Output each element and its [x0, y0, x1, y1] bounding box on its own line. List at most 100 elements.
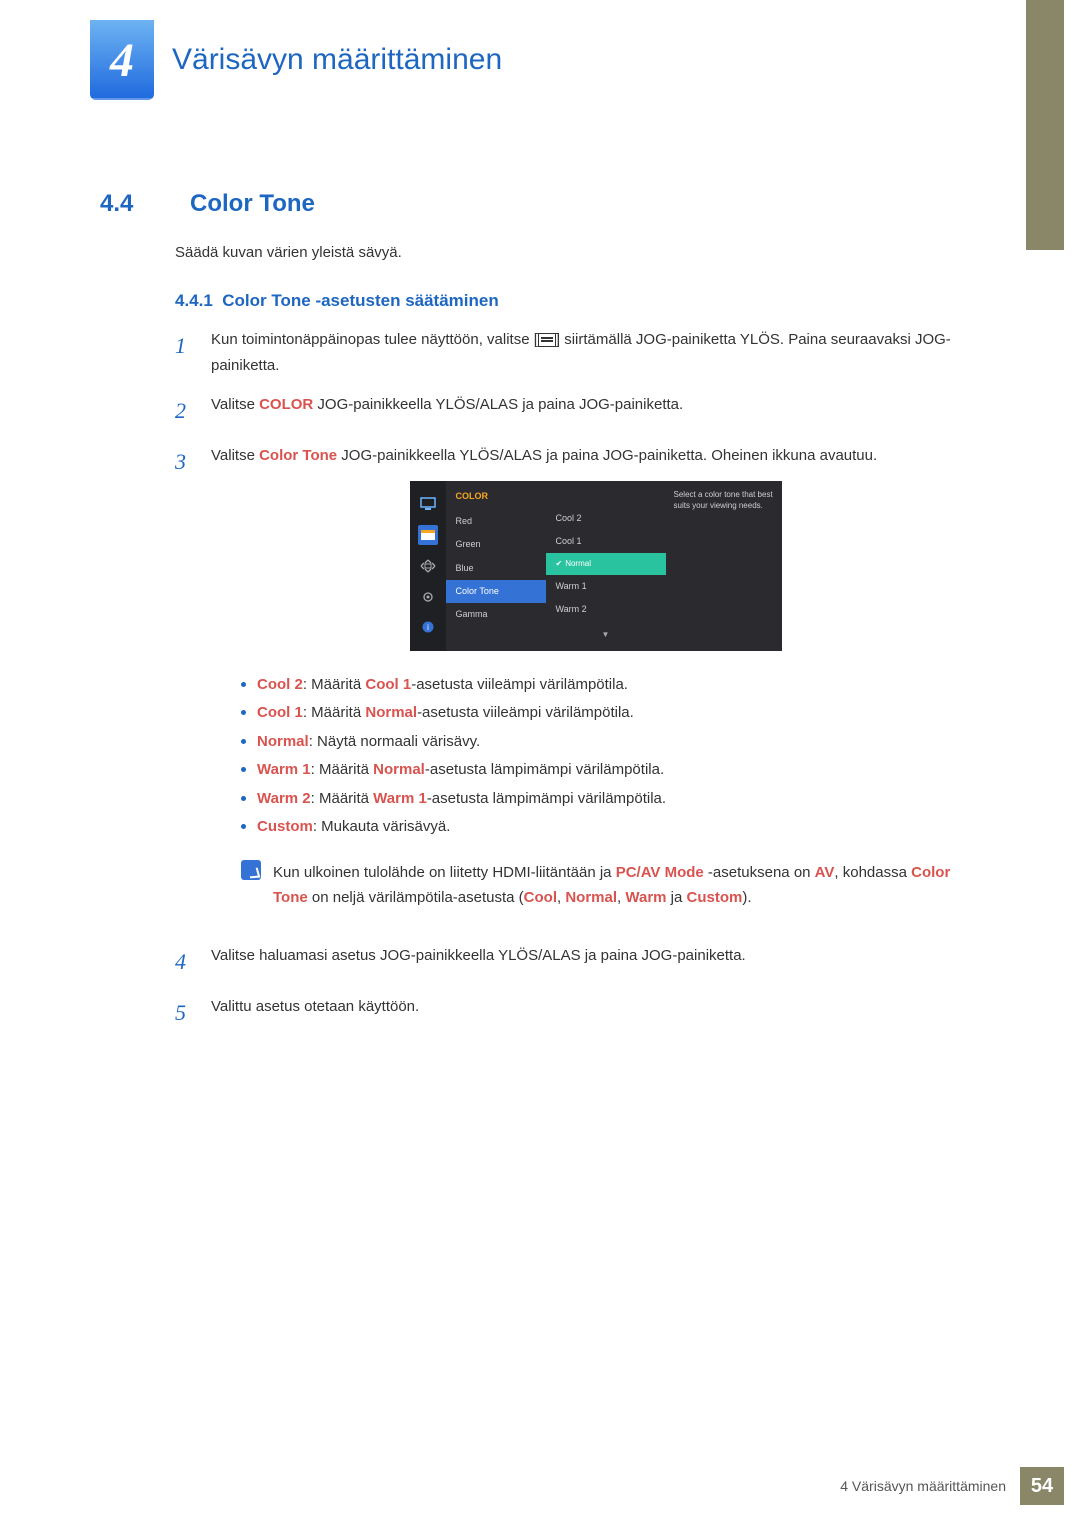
bullet-item: Warm 2: Määritä Warm 1-asetusta lämpimäm… [241, 785, 980, 814]
osd-settings-tab-icon [418, 587, 438, 607]
chapter-header: 4 Värisävyn määrittäminen [0, 0, 1080, 100]
text: -asetusta lämpimämpi värilämpötila. [425, 761, 664, 778]
osd-menu-item: Green [446, 533, 546, 556]
osd-option: Cool 2 [546, 507, 666, 530]
highlight: Warm 1 [373, 790, 427, 807]
osd-option-selected: ✔Normal [546, 553, 666, 575]
osd-options-column: Cool 2 Cool 1 ✔Normal Warm 1 Warm 2 ▼ [546, 481, 666, 651]
text: : Näytä normaali värisävy. [309, 733, 480, 750]
osd-menu-item: Blue [446, 557, 546, 580]
text: , kohdassa [834, 864, 911, 881]
text: : Määritä [303, 704, 366, 721]
text: : Määritä [311, 790, 374, 807]
osd-menu-header: COLOR [446, 489, 546, 510]
osd-screenshot: i COLOR Red Green Blue Color Tone Gamma [410, 481, 782, 651]
bullet-item: Warm 1: Määritä Normal-asetusta lämpimäm… [241, 756, 980, 785]
step-body: Valittu asetus otetaan käyttöön. [211, 994, 980, 1031]
note-text: Kun ulkoinen tulolähde on liitetty HDMI-… [273, 860, 980, 911]
highlight: Normal [565, 889, 617, 906]
highlight: Warm 2 [257, 790, 311, 807]
highlight: Normal [365, 704, 417, 721]
subsection-title: Color Tone -asetusten säätäminen [222, 291, 498, 310]
highlight: Cool 1 [257, 704, 303, 721]
page-footer: 4 Värisävyn määrittäminen 54 [840, 1467, 1064, 1505]
step-5: 5 Valittu asetus otetaan käyttöön. [175, 994, 980, 1031]
section-intro: Säädä kuvan värien yleistä sävyä. [175, 244, 980, 261]
text: Valitse [211, 396, 259, 413]
osd-color-tab-icon [418, 525, 438, 545]
text: JOG-painikkeella YLÖS/ALAS ja paina JOG-… [337, 447, 877, 464]
bullet-item: Cool 2: Määritä Cool 1-asetusta viileämp… [241, 671, 980, 700]
check-icon: ✔ [556, 559, 563, 568]
text: Normal [565, 559, 591, 568]
osd-description: Select a color tone that best suits your… [666, 481, 782, 651]
chapter-number-badge: 4 [90, 20, 154, 100]
step-number: 4 [175, 943, 197, 980]
text: : Määritä [311, 761, 374, 778]
text: -asetusta viileämpi värilämpötila. [417, 704, 634, 721]
page-number: 54 [1020, 1467, 1064, 1505]
subsection-heading: 4.4.1 Color Tone -asetusten säätäminen [175, 291, 980, 311]
step-2: 2 Valitse COLOR JOG-painikkeella YLÖS/AL… [175, 392, 980, 429]
bullet-item: Custom: Mukauta värisävyä. [241, 813, 980, 842]
osd-menu-column: COLOR Red Green Blue Color Tone Gamma [446, 481, 546, 651]
step-body: Valitse COLOR JOG-painikkeella YLÖS/ALAS… [211, 392, 980, 429]
section-number: 4.4 [100, 190, 160, 218]
osd-menu-item-selected: Color Tone [446, 580, 546, 603]
highlight: Color Tone [259, 447, 337, 464]
menu-icon [538, 333, 556, 347]
text: ). [742, 889, 751, 906]
step-4: 4 Valitse haluamasi asetus JOG-painikkee… [175, 943, 980, 980]
osd-info-tab-icon: i [418, 617, 438, 637]
osd-menu-item: Gamma [446, 603, 546, 626]
subsection-number: 4.4.1 [175, 291, 213, 310]
text: -asetusta lämpimämpi värilämpötila. [427, 790, 666, 807]
highlight: Cool [524, 889, 557, 906]
osd-sidebar: i [410, 481, 446, 651]
highlight: Custom [257, 818, 313, 835]
step-number: 3 [175, 443, 197, 929]
note-icon [241, 860, 261, 880]
section-title: Color Tone [190, 190, 315, 218]
highlight: Custom [687, 889, 743, 906]
osd-size-tab-icon [418, 556, 438, 576]
text: -asetusta viileämpi värilämpötila. [411, 676, 628, 693]
step-1: 1 Kun toimintonäppäinopas tulee näyttöön… [175, 327, 980, 378]
text: on neljä värilämpötila-asetusta ( [308, 889, 524, 906]
step-body: Kun toimintonäppäinopas tulee näyttöön, … [211, 327, 980, 378]
text: -asetuksena on [704, 864, 815, 881]
highlight: Warm 1 [257, 761, 311, 778]
step-number: 2 [175, 392, 197, 429]
section-heading: 4.4 Color Tone [100, 190, 980, 218]
highlight: Normal [257, 733, 309, 750]
step-number: 5 [175, 994, 197, 1031]
bullet-item: Normal: Näytä normaali värisävy. [241, 728, 980, 757]
highlight: PC/AV Mode [616, 864, 704, 881]
highlight: Warm [625, 889, 666, 906]
highlight: Normal [373, 761, 425, 778]
vertical-accent-bar [1026, 0, 1064, 250]
osd-menu-item: Red [446, 510, 546, 533]
osd-option: Cool 1 [546, 530, 666, 553]
chapter-title: Värisävyn määrittäminen [172, 43, 502, 77]
step-3: 3 Valitse Color Tone JOG-painikkeella YL… [175, 443, 980, 929]
highlight: Cool 1 [365, 676, 411, 693]
highlight: AV [815, 864, 835, 881]
text: Valitse [211, 447, 259, 464]
svg-text:i: i [427, 623, 429, 632]
osd-option: Warm 1 [546, 575, 666, 598]
text: ja [667, 889, 687, 906]
text: Kun toimintonäppäinopas tulee näyttöön, … [211, 331, 538, 348]
osd-picture-tab-icon [418, 494, 438, 514]
text: : Määritä [303, 676, 366, 693]
note-block: Kun ulkoinen tulolähde on liitetty HDMI-… [241, 860, 980, 911]
highlight: COLOR [259, 396, 313, 413]
step-body: Valitse haluamasi asetus JOG-painikkeell… [211, 943, 980, 980]
text: JOG-painikkeella YLÖS/ALAS ja paina JOG-… [313, 396, 683, 413]
step-body: Valitse Color Tone JOG-painikkeella YLÖS… [211, 443, 980, 929]
osd-option: Warm 2 [546, 598, 666, 621]
step-number: 1 [175, 327, 197, 378]
text: Kun ulkoinen tulolähde on liitetty HDMI-… [273, 864, 616, 881]
footer-text: 4 Värisävyn määrittäminen [840, 1478, 1020, 1494]
highlight: Cool 2 [257, 676, 303, 693]
